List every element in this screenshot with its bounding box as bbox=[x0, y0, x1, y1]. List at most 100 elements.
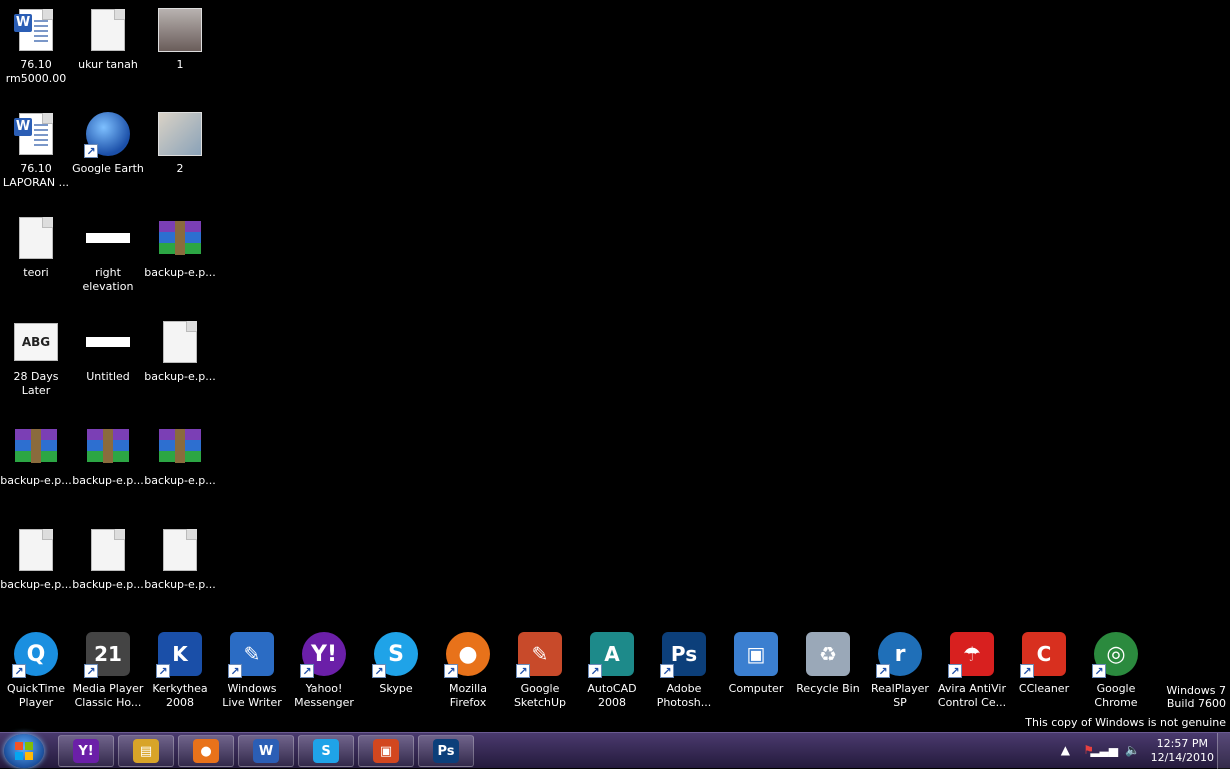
kerkythea-icon: K bbox=[156, 630, 204, 678]
windows-explorer-icon: ▤ bbox=[133, 739, 159, 763]
desktop-shortcut-label: Recycle Bin bbox=[796, 682, 860, 695]
desktop-icon-label: 1 bbox=[176, 58, 184, 71]
font-file-icon: ABG bbox=[12, 318, 60, 366]
volume-icon[interactable]: 🔈 bbox=[1125, 743, 1140, 757]
windows-logo-icon bbox=[15, 742, 33, 760]
desktop-shortcut[interactable]: ☂ Avira AntiVir Control Ce... bbox=[936, 630, 1008, 710]
shortcut-arrow-icon bbox=[372, 664, 386, 678]
shortcut-arrow-icon bbox=[444, 664, 458, 678]
desktop-icon[interactable]: backup-e.p... bbox=[144, 422, 216, 488]
desktop-icon[interactable]: ABG 28 Days Later bbox=[0, 318, 72, 398]
text-document-icon bbox=[12, 214, 60, 262]
yahoo-messenger-icon: Y! bbox=[73, 739, 99, 763]
desktop-shortcut[interactable]: ▣ Computer bbox=[720, 630, 792, 696]
winrar-archive-icon bbox=[12, 422, 60, 470]
skype-icon: S bbox=[372, 630, 420, 678]
desktop-icon-label: 2 bbox=[176, 162, 184, 175]
shortcut-arrow-icon bbox=[84, 664, 98, 678]
show-hidden-icons-icon[interactable]: ▲ bbox=[1061, 743, 1070, 757]
desktop-icon-label: teori bbox=[23, 266, 49, 279]
desktop-shortcut[interactable]: S Skype bbox=[360, 630, 432, 696]
network-signal-icon[interactable]: ▂▃▅ bbox=[1090, 743, 1118, 757]
desktop-shortcut[interactable]: ✎ Windows Live Writer bbox=[216, 630, 288, 710]
desktop-icon[interactable]: Google Earth bbox=[72, 110, 144, 176]
desktop-shortcut[interactable]: ◎ Google Chrome bbox=[1080, 630, 1152, 710]
shortcut-arrow-icon bbox=[12, 664, 26, 678]
avira-icon: ☂ bbox=[948, 630, 996, 678]
word-document-icon: W bbox=[12, 110, 60, 158]
photo-icon bbox=[156, 110, 204, 158]
realplayer-icon: r bbox=[876, 630, 924, 678]
shortcut-arrow-icon bbox=[1092, 664, 1106, 678]
desktop-shortcut[interactable]: K Kerkythea 2008 bbox=[144, 630, 216, 710]
desktop-icon-label: right elevation bbox=[82, 266, 134, 293]
google-earth-icon bbox=[84, 110, 132, 158]
shortcut-arrow-icon bbox=[300, 664, 314, 678]
desktop-shortcut[interactable]: Ps Adobe Photosh... bbox=[648, 630, 720, 710]
desktop-icon[interactable]: right elevation bbox=[72, 214, 144, 294]
desktop-icon[interactable]: backup-e.p... bbox=[0, 526, 72, 592]
desktop-shortcut-label: Google SketchUp bbox=[513, 682, 567, 709]
system-tray: ▲ ⚑ ▂▃▅ 🔈 12:57 PM 12/14/2010 bbox=[1050, 733, 1230, 769]
desktop-shortcut[interactable]: 21 Media Player Classic Ho... bbox=[72, 630, 144, 710]
blank-file-icon bbox=[156, 318, 204, 366]
taskbar-button[interactable]: S bbox=[298, 735, 354, 767]
computer-icon: ▣ bbox=[732, 630, 780, 678]
taskbar-button[interactable]: ● bbox=[178, 735, 234, 767]
desktop-icon[interactable]: W 76.10 rm5000.00 bbox=[0, 6, 72, 86]
shortcut-arrow-icon bbox=[1020, 664, 1034, 678]
desktop-icon[interactable]: backup-e.p... bbox=[72, 422, 144, 488]
desktop-shortcut[interactable]: ✎ Google SketchUp bbox=[504, 630, 576, 710]
desktop-icon-label: Untitled bbox=[86, 370, 130, 383]
desktop-icon[interactable]: backup-e.p... bbox=[72, 526, 144, 592]
desktop-shortcut-label: Mozilla Firefox bbox=[449, 682, 487, 709]
yahoo-messenger-icon: Y! bbox=[300, 630, 348, 678]
desktop-icon[interactable]: backup-e.p... bbox=[144, 318, 216, 384]
image-file-icon bbox=[84, 214, 132, 262]
desktop-shortcut[interactable]: C CCleaner bbox=[1008, 630, 1080, 696]
desktop-icon[interactable]: W 76.10 LAPORAN ... bbox=[0, 110, 72, 190]
start-button[interactable] bbox=[4, 734, 44, 768]
desktop-shortcut-label: CCleaner bbox=[1018, 682, 1070, 695]
windows-build-watermark: Windows 7 Build 7600 bbox=[1166, 684, 1226, 710]
desktop-shortcut[interactable]: Y! Yahoo! Messenger bbox=[288, 630, 360, 710]
text-document-icon bbox=[84, 6, 132, 54]
desktop-icon-label: backup-e.p... bbox=[144, 266, 216, 279]
clock[interactable]: 12:57 PM 12/14/2010 bbox=[1151, 737, 1214, 765]
desktop-icon[interactable]: Untitled bbox=[72, 318, 144, 384]
desktop-shortcut[interactable]: r RealPlayer SP bbox=[864, 630, 936, 710]
desktop-shortcut[interactable]: A AutoCAD 2008 bbox=[576, 630, 648, 710]
desktop-shortcut[interactable]: ● Mozilla Firefox bbox=[432, 630, 504, 710]
desktop-icon[interactable]: backup-e.p... bbox=[144, 214, 216, 280]
desktop-icon[interactable]: 1 bbox=[144, 6, 216, 72]
desktop-icon-label: 76.10 rm5000.00 bbox=[5, 58, 67, 85]
desktop-shortcut-label: Skype bbox=[379, 682, 413, 695]
recycle-bin-icon: ♻ bbox=[804, 630, 852, 678]
desktop-icon[interactable]: ukur tanah bbox=[72, 6, 144, 72]
show-desktop-button[interactable] bbox=[1217, 733, 1230, 769]
taskbar-button[interactable]: W bbox=[238, 735, 294, 767]
desktop-shortcut[interactable]: Q QuickTime Player bbox=[0, 630, 72, 710]
desktop-icon-label: backup-e.p... bbox=[0, 474, 72, 487]
taskbar-button[interactable]: ▤ bbox=[118, 735, 174, 767]
blank-file-icon bbox=[12, 526, 60, 574]
powerpoint-icon: ▣ bbox=[373, 739, 399, 763]
skype-icon: S bbox=[313, 739, 339, 763]
firefox-icon: ● bbox=[193, 739, 219, 763]
taskbar-button[interactable]: Ps bbox=[418, 735, 474, 767]
desktop-shortcut[interactable]: ♻ Recycle Bin bbox=[792, 630, 864, 696]
desktop-icon[interactable]: backup-e.p... bbox=[0, 422, 72, 488]
chrome-icon: ◎ bbox=[1092, 630, 1140, 678]
sketchup-icon: ✎ bbox=[516, 630, 564, 678]
desktop-icon[interactable]: backup-e.p... bbox=[144, 526, 216, 592]
taskbar-button[interactable]: Y! bbox=[58, 735, 114, 767]
photoshop-icon: Ps bbox=[433, 739, 459, 763]
genuine-notice: This copy of Windows is not genuine bbox=[1025, 716, 1226, 729]
shortcut-arrow-icon bbox=[588, 664, 602, 678]
photo-icon bbox=[156, 6, 204, 54]
watermark-build: Build 7600 bbox=[1166, 697, 1226, 710]
desktop-icon[interactable]: 2 bbox=[144, 110, 216, 176]
desktop-icon[interactable]: teori bbox=[0, 214, 72, 280]
taskbar-button[interactable]: ▣ bbox=[358, 735, 414, 767]
desktop-icon-label: backup-e.p... bbox=[72, 474, 144, 487]
